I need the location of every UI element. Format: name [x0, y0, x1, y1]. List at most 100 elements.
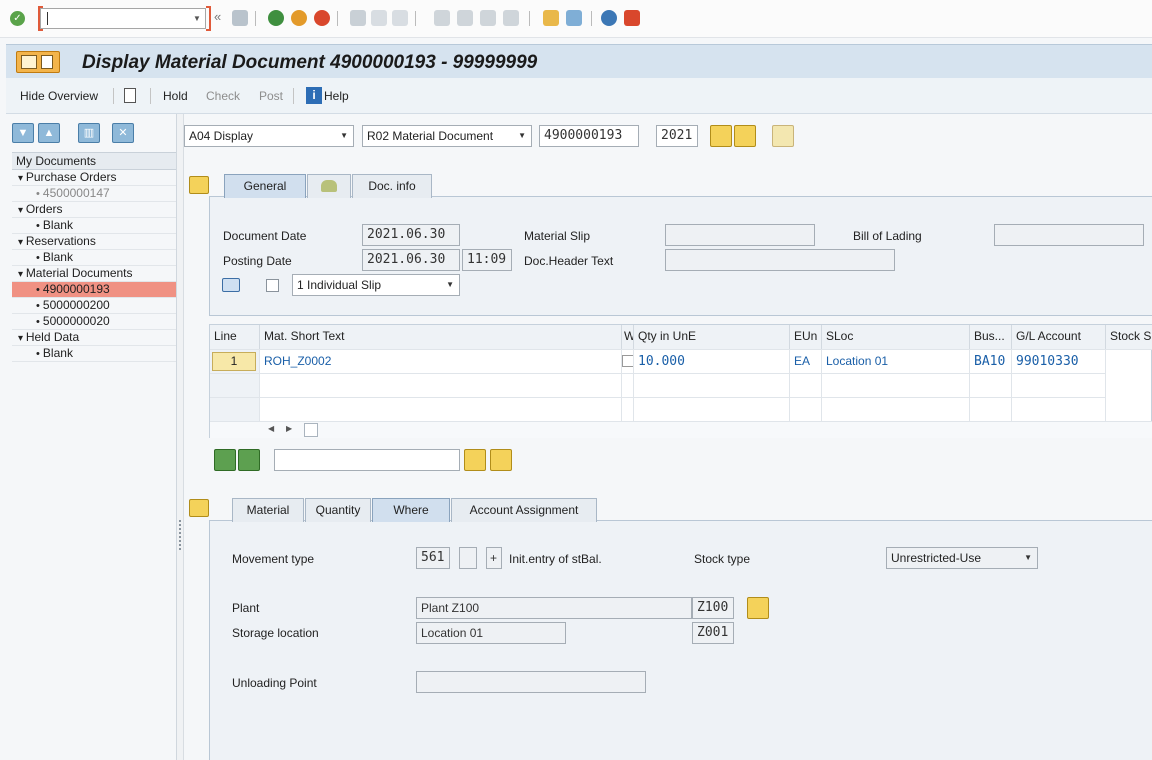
new-document-icon[interactable] [124, 88, 136, 103]
hide-overview-button[interactable]: Hide Overview [20, 89, 98, 103]
prev-page-icon[interactable] [457, 10, 473, 26]
plus-indicator[interactable]: + [486, 547, 502, 569]
help-icon[interactable] [601, 10, 617, 26]
bus-cell[interactable]: BA10 [970, 349, 1012, 373]
double-chevron-left-icon[interactable]: « [214, 9, 228, 25]
stock-cell[interactable] [1106, 349, 1152, 373]
toggle-detail-icon[interactable] [189, 499, 209, 517]
back-icon[interactable] [268, 10, 284, 26]
barcode-icon[interactable] [772, 125, 794, 147]
app-menu-icon[interactable] [16, 51, 60, 73]
tree-folder[interactable]: ▾ Reservations [12, 234, 176, 250]
enter-icon[interactable]: ✓ [10, 11, 25, 26]
tab-partner[interactable] [307, 174, 351, 198]
storage-location-code-field[interactable]: Z001 [692, 622, 734, 644]
info-icon[interactable]: i [306, 87, 322, 104]
plant-name-field[interactable]: Plant Z100 [416, 597, 692, 619]
save-icon[interactable] [232, 10, 248, 26]
sloc-cell[interactable]: Location 01 [822, 349, 970, 373]
post-button[interactable]: Post [259, 89, 283, 103]
tab-material[interactable]: Material [232, 498, 304, 522]
tab-account-assignment[interactable]: Account Assignment [451, 498, 597, 522]
help-button[interactable]: Help [324, 89, 349, 103]
execute-icon[interactable] [710, 125, 732, 147]
print-version-select[interactable]: 1 Individual Slip ▼ [292, 274, 460, 296]
plant-lookup-icon[interactable] [747, 597, 769, 619]
column-header-eun[interactable]: EUn [790, 325, 822, 349]
find-icon[interactable] [734, 125, 756, 147]
deselect-all-icon[interactable] [238, 449, 260, 471]
layout-icon[interactable] [624, 10, 640, 26]
column-header-mat-short-text[interactable]: Mat. Short Text [260, 325, 622, 349]
column-header-sloc[interactable]: SLoc [822, 325, 970, 349]
posting-date-field[interactable]: 2021.06.30 [362, 249, 460, 271]
tree-folder[interactable]: ▾ Purchase Orders [12, 170, 176, 186]
scroll-right-icon[interactable]: ▶ [286, 424, 292, 433]
delete-icon[interactable]: ▥ [78, 123, 100, 143]
tree-folder[interactable]: ▾ Held Data [12, 330, 176, 346]
tree-item[interactable]: • Blank [12, 346, 176, 362]
bill-of-lading-field[interactable] [994, 224, 1144, 246]
first-page-icon[interactable] [434, 10, 450, 26]
gl-account-cell[interactable]: 99010330 [1012, 349, 1106, 373]
tree-item[interactable]: • 4900000193 [12, 282, 176, 298]
unloading-point-field[interactable] [416, 671, 646, 693]
tree-item[interactable]: • 5000000020 [12, 314, 176, 330]
line-number[interactable]: 1 [212, 352, 256, 371]
tab-general[interactable]: General [224, 174, 306, 198]
shortcut-icon[interactable] [566, 10, 582, 26]
w-cell[interactable] [622, 349, 634, 373]
exit-icon[interactable] [291, 10, 307, 26]
find-icon[interactable] [464, 449, 486, 471]
cancel-icon[interactable] [314, 10, 330, 26]
tree-item[interactable]: • 4500000147 [12, 186, 176, 202]
eun-cell[interactable]: EA [790, 349, 822, 373]
tab-doc-info[interactable]: Doc. info [352, 174, 432, 198]
tree-item[interactable]: • Blank [12, 250, 176, 266]
printer-icon[interactable] [222, 278, 240, 292]
find-next-icon[interactable] [392, 10, 408, 26]
column-header-bus[interactable]: Bus... [970, 325, 1012, 349]
tree-item[interactable]: • 5000000200 [12, 298, 176, 314]
w-checkbox[interactable] [622, 355, 633, 367]
last-page-icon[interactable] [503, 10, 519, 26]
reference-doc-select[interactable]: R02 Material Document ▼ [362, 125, 532, 147]
document-number-field[interactable]: 4900000193 [539, 125, 639, 147]
action-select[interactable]: A04 Display ▼ [184, 125, 354, 147]
posting-time-field[interactable]: 11:09 [462, 249, 512, 271]
pane-splitter[interactable] [177, 114, 184, 760]
column-header-w[interactable]: W [622, 325, 634, 349]
select-all-icon[interactable] [214, 449, 236, 471]
find-icon[interactable] [371, 10, 387, 26]
close-icon[interactable]: ✕ [112, 123, 134, 143]
plant-code-field[interactable]: Z100 [692, 597, 734, 619]
expand-all-icon[interactable]: ▼ [12, 123, 34, 143]
new-session-icon[interactable] [543, 10, 559, 26]
scroll-thumb[interactable] [304, 423, 318, 437]
mat-short-text-cell[interactable]: ROH_Z0002 [260, 349, 622, 373]
qty-cell[interactable]: 10.000 [634, 349, 790, 373]
storage-location-name-field[interactable]: Location 01 [416, 622, 566, 644]
movement-type-extra-field[interactable] [459, 547, 477, 569]
column-header-line[interactable]: Line [210, 325, 260, 349]
toggle-header-icon[interactable] [189, 176, 209, 194]
doc-header-text-field[interactable] [665, 249, 895, 271]
tab-where[interactable]: Where [372, 498, 450, 522]
scroll-left-icon[interactable]: ◀ [268, 424, 274, 433]
column-header-stock[interactable]: Stock S [1106, 325, 1152, 349]
grid-search-input[interactable] [274, 449, 460, 471]
document-year-field[interactable]: 2021 [656, 125, 698, 147]
collapse-all-icon[interactable]: ▲ [38, 123, 60, 143]
movement-type-field[interactable]: 561 [416, 547, 450, 569]
horizontal-scrollbar[interactable]: ◀ ▶ [210, 421, 1152, 438]
material-slip-field[interactable] [665, 224, 815, 246]
next-page-icon[interactable] [480, 10, 496, 26]
hold-button[interactable]: Hold [163, 89, 188, 103]
tree-folder[interactable]: ▾ Orders [12, 202, 176, 218]
print-icon[interactable] [350, 10, 366, 26]
print-checkbox[interactable] [266, 279, 279, 292]
line-cell[interactable]: 1 [210, 349, 260, 373]
check-button[interactable]: Check [206, 89, 240, 103]
tab-quantity[interactable]: Quantity [305, 498, 371, 522]
tree-folder[interactable]: ▾ Material Documents [12, 266, 176, 282]
